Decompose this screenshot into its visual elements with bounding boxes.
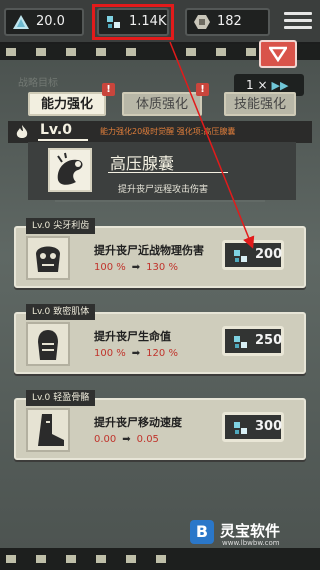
card-title: 提升丧尸生命值: [94, 330, 171, 343]
value-to: 120 %: [146, 348, 178, 359]
card-level: Lv.0: [32, 307, 51, 317]
collapse-dropdown-button[interactable]: [259, 40, 297, 68]
zombie-head-icon: [26, 236, 70, 280]
background-label: 战略目标: [18, 78, 58, 89]
level-label: Lv.0: [40, 122, 72, 138]
skill-gland-icon: [48, 148, 92, 192]
level-bar: Lv.0 能力强化20级时觉醒 强化项:高压腺囊: [8, 121, 312, 143]
tab-physique-alert-badge: !: [196, 83, 209, 96]
card-name: 轻盈骨骼: [53, 393, 90, 403]
watermark-name: 灵宝软件: [220, 522, 281, 540]
flame-icon: [16, 125, 28, 138]
cost-value: 250: [255, 333, 283, 348]
triangle-crystal-icon: [13, 15, 29, 29]
card-values: 0.00 ➡ 0.05: [94, 434, 159, 445]
card-values: 100 % ➡ 130 %: [94, 262, 178, 273]
fast-forward-icon: ▶▶: [271, 79, 289, 92]
arrow-right-icon: ➡: [131, 348, 141, 359]
brain-count: 182: [217, 14, 242, 29]
tab-skill-upgrade[interactable]: 技能强化: [224, 92, 296, 116]
brain-resource: 182: [185, 8, 270, 36]
crystal-resource: 20.0: [4, 8, 84, 36]
brain-coin-icon: [194, 15, 210, 29]
card-level: Lv.0: [32, 221, 51, 231]
skill-description: 提升丧尸远程攻击伤害: [118, 185, 209, 195]
value-to: 0.05: [136, 434, 159, 445]
card-values: 100 % ➡ 120 %: [94, 348, 178, 359]
value-from: 100 %: [94, 262, 126, 273]
gene-cells-icon: [234, 336, 247, 348]
divider: [55, 200, 265, 202]
zombie-torso-icon: [26, 322, 70, 366]
card-tag: Lv.0 尖牙利齿: [26, 218, 96, 234]
tab-ability-alert-badge: !: [102, 83, 115, 96]
watermark-url: www.lbwbw.com: [222, 539, 280, 547]
speed-label: 1 ×: [246, 78, 268, 92]
highlight-box: [92, 4, 174, 40]
value-from: 100 %: [94, 348, 126, 359]
skill-name-underline: [108, 172, 228, 173]
gene-cells-icon: [234, 250, 247, 262]
card-title: 提升丧尸移动速度: [94, 416, 182, 429]
card-title: 提升丧尸近战物理伤害: [94, 244, 204, 257]
gene-cells-icon: [234, 422, 247, 434]
value-from: 0.00: [94, 434, 117, 445]
value-to: 130 %: [146, 262, 178, 273]
skill-name: 高压腺囊: [110, 154, 175, 173]
level-underline: [38, 139, 88, 141]
arrow-right-icon: ➡: [122, 434, 131, 445]
upgrade-cost-button[interactable]: 250: [222, 326, 284, 356]
tab-ability-upgrade[interactable]: 能力强化: [28, 92, 106, 116]
resource-bar: 20.0 1.14K 182: [0, 0, 320, 44]
level-description: 能力强化20级时觉醒 强化项:高压腺囊: [100, 127, 236, 136]
watermark-logo-icon: B: [190, 520, 214, 544]
card-tag: Lv.0 致密肌体: [26, 304, 96, 320]
tab-physique-upgrade[interactable]: 体质强化: [122, 92, 202, 116]
card-level: Lv.0: [32, 393, 51, 403]
cost-value: 200: [255, 247, 283, 262]
chevron-down-icon: [269, 46, 287, 62]
zombie-foot-icon: [26, 408, 70, 452]
upgrade-cost-button[interactable]: 200: [222, 240, 284, 270]
card-tag: Lv.0 轻盈骨骼: [26, 390, 96, 406]
crystal-count: 20.0: [36, 14, 65, 29]
card-name: 尖牙利齿: [53, 221, 90, 231]
hamburger-menu-icon[interactable]: [284, 8, 312, 36]
arrow-right-icon: ➡: [131, 262, 141, 273]
upgrade-cost-button[interactable]: 300: [222, 412, 284, 442]
card-name: 致密肌体: [53, 307, 90, 317]
film-strip-bottom: [0, 548, 320, 570]
cost-value: 300: [255, 419, 283, 434]
